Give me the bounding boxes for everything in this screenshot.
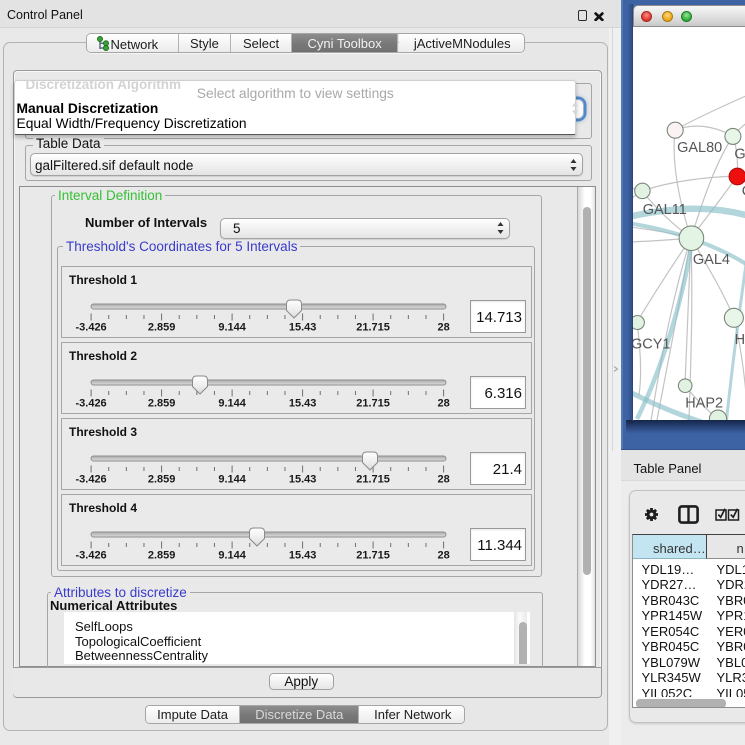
svg-text:21.715: 21.715	[356, 474, 390, 486]
svg-text:2.859: 2.859	[148, 322, 176, 334]
svg-text:GAL80: GAL80	[677, 140, 722, 156]
svg-text:GAL4: GAL4	[692, 251, 729, 267]
svg-text:-3.426: -3.426	[75, 398, 106, 410]
svg-text:21.715: 21.715	[356, 550, 390, 562]
svg-text:HAP2: HAP2	[685, 395, 723, 411]
svg-text:-3.426: -3.426	[75, 550, 106, 562]
svg-text:-3.426: -3.426	[75, 322, 106, 334]
svg-text:GAL2: GAL2	[734, 146, 745, 162]
svg-text:28: 28	[437, 322, 449, 334]
svg-text:21.715: 21.715	[356, 398, 390, 410]
svg-text:CRP1: CRP1	[741, 183, 745, 199]
svg-text:-3.426: -3.426	[75, 474, 106, 486]
svg-text:21.715: 21.715	[356, 322, 390, 334]
svg-text:2.859: 2.859	[148, 550, 176, 562]
svg-text:GAL11: GAL11	[642, 202, 686, 218]
svg-text:HIS4: HIS4	[734, 332, 745, 348]
svg-text:28: 28	[437, 550, 449, 562]
svg-text:28: 28	[437, 398, 449, 410]
svg-text:9.144: 9.144	[218, 398, 246, 410]
svg-text:9.144: 9.144	[218, 474, 246, 486]
svg-text:15.43: 15.43	[289, 322, 317, 334]
svg-text:9.144: 9.144	[218, 322, 246, 334]
svg-text:2.859: 2.859	[148, 398, 176, 410]
svg-text:28: 28	[437, 474, 449, 486]
svg-text:15.43: 15.43	[289, 550, 317, 562]
svg-text:9.144: 9.144	[218, 550, 246, 562]
svg-text:GCY1: GCY1	[633, 336, 671, 352]
svg-text:2.859: 2.859	[148, 474, 176, 486]
svg-text:15.43: 15.43	[289, 474, 317, 486]
svg-text:15.43: 15.43	[289, 398, 317, 410]
